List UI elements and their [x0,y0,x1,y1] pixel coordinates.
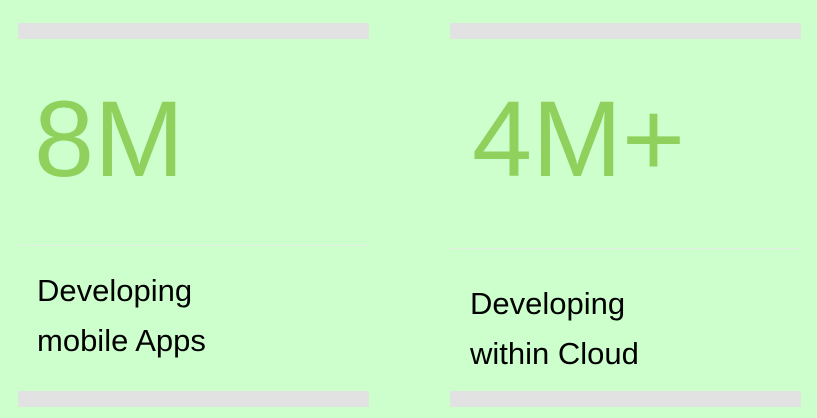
stat-caption-apps: Developing mobile Apps [37,266,206,366]
tile-bottom-bar [450,391,801,407]
caption-line-1: Developing [470,286,626,321]
caption-line-2: within Cloud [470,336,639,371]
caption-line-1: Developing [37,273,193,308]
stat-value-apps: 8M [34,78,185,199]
divider [18,245,369,246]
divider [450,248,801,249]
tile-top-bar [18,23,369,39]
tile-bottom-bar [18,391,369,407]
tile-top-bar [450,23,801,39]
stat-value-cloud: 4M+ [472,78,686,199]
stat-caption-cloud: Developing within Cloud [470,279,639,379]
stats-panel: 8M Developing mobile Apps 4M+ Developing… [0,0,817,418]
caption-line-2: mobile Apps [37,323,206,358]
